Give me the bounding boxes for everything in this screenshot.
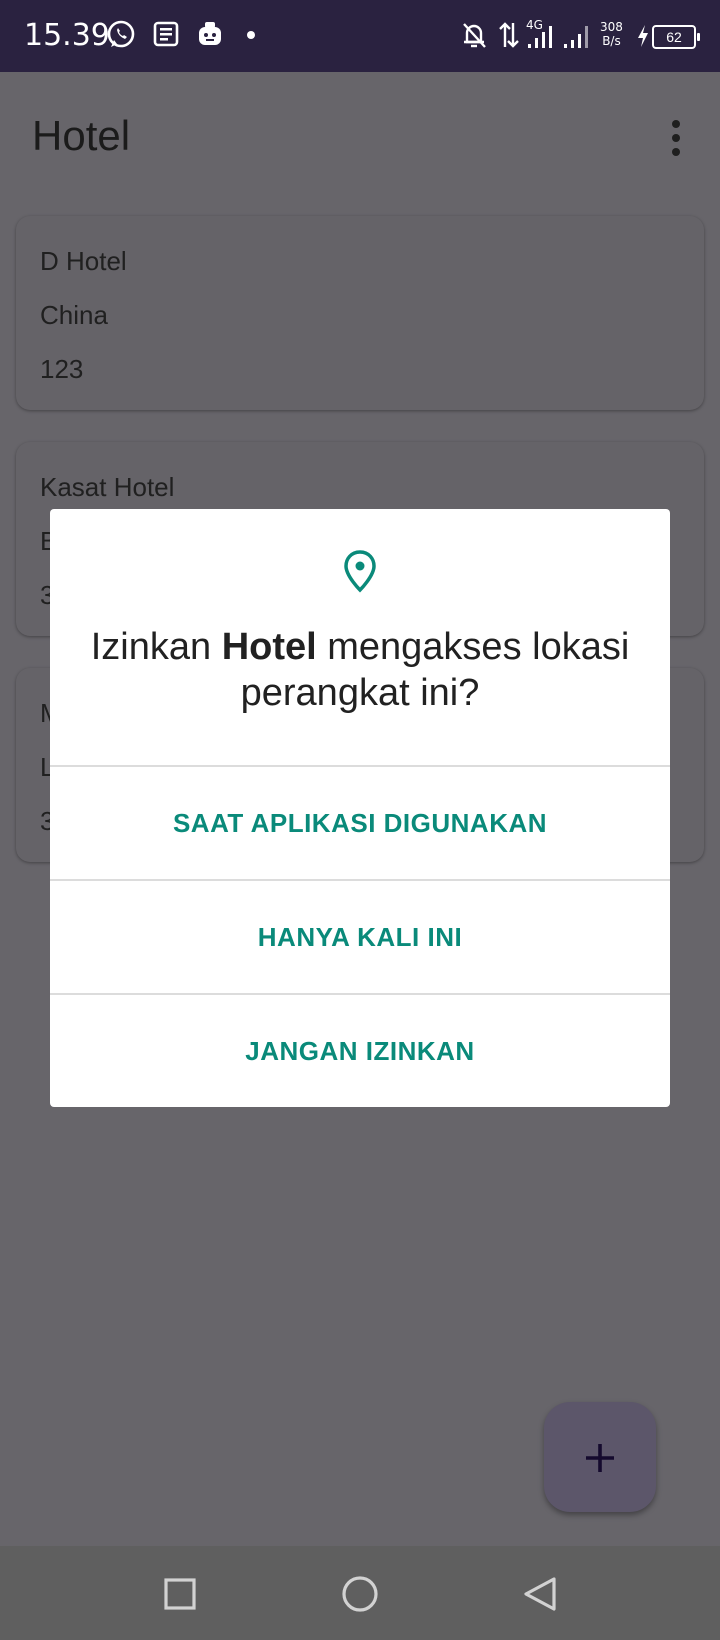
hotel-name: Kasat Hotel [40,472,175,502]
hotel-number: 123 [40,354,84,384]
data-arrows-icon [499,22,519,48]
battery-icon: 62 [652,25,700,49]
dialog-app-name: Hotel [221,626,317,668]
allow-once-button[interactable]: HANYA KALI INI [50,879,670,994]
location-permission-dialog: Izinkan Hotel mengakses lokasi perangkat… [50,509,670,1107]
plus-icon [586,1444,614,1472]
dialog-title: Izinkan Hotel mengakses lokasi perangkat… [90,626,630,714]
home-circle-icon[interactable] [340,1574,380,1614]
network-speed: 308 B/s [600,20,623,48]
bell-off-icon [463,23,486,48]
back-triangle-icon[interactable] [520,1574,560,1614]
signal-icon [528,26,552,48]
location-pin-icon [344,550,376,593]
page-title: Hotel [32,112,131,159]
deny-button[interactable]: JANGAN IZINKAN [50,993,670,1108]
bot-icon [199,22,221,45]
recents-square-icon[interactable] [160,1574,200,1614]
dot-icon [247,31,255,39]
whatsapp-icon [107,20,135,48]
add-hotel-button[interactable] [544,1402,656,1512]
charging-icon [638,25,648,47]
navigation-bar [0,1546,720,1640]
hotel-name: D Hotel [40,246,127,276]
hotel-card[interactable]: D Hotel China 123 [16,216,704,410]
signal-icon [564,26,588,48]
status-bar: 15.39 4G 308 B/s 62 [0,0,720,72]
hotel-location: China [40,300,108,330]
more-vert-icon[interactable] [660,118,690,158]
allow-while-using-button[interactable]: SAAT APLIKASI DIGUNAKAN [50,765,670,880]
news-icon [153,21,179,47]
status-time: 15.39 [24,18,110,53]
